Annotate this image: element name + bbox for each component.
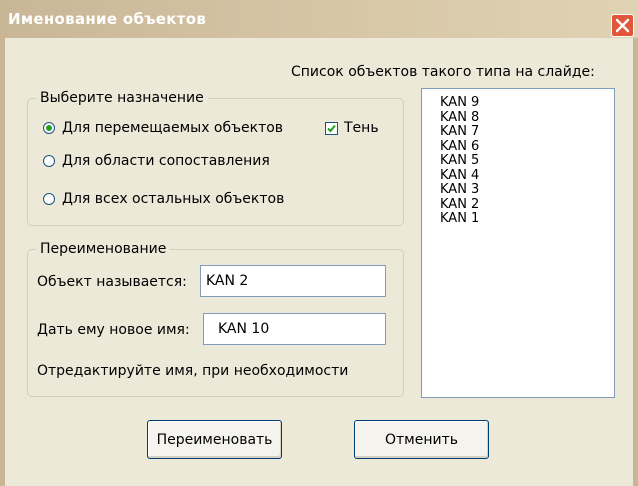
list-item[interactable]: KAN 7 [440,124,614,140]
current-name-label: Объект называется: [37,274,187,290]
window-title: Именование объектов [8,10,207,28]
object-listbox[interactable]: KAN 9 KAN 8 KAN 7 KAN 6 KAN 5 KAN 4 KAN 3 KAN 2… [421,88,615,398]
window-frame-right [633,38,638,486]
object-list-caption: Список объектов такого типа на слайде: [291,64,595,80]
title-bar[interactable]: Именование объектов [0,0,638,38]
cancel-button[interactable]: Отменить [354,420,489,459]
rename-button[interactable]: Переименовать [147,420,282,459]
new-name-input[interactable]: KAN 10 [203,313,386,345]
radio-matching-area[interactable]: Для области сопоставления [43,153,270,169]
naming-dialog: Именование объектов Список объектов тако… [0,0,638,486]
shadow-checkbox[interactable]: Тень [325,120,379,136]
radio-button[interactable] [43,193,55,205]
object-list-items: KAN 9 KAN 8 KAN 7 KAN 6 KAN 5 KAN 4 KAN 3 KAN 2… [440,95,614,227]
new-name-label: Дать ему новое имя: [37,322,190,338]
close-button[interactable] [611,14,634,37]
radio-movable-objects[interactable]: Для перемещаемых объектов [43,120,283,136]
close-x-icon [615,18,630,33]
radio-other-objects[interactable]: Для всех остальных объектов [43,191,284,207]
list-item[interactable]: KAN 9 [440,95,614,111]
checkbox-checked[interactable] [325,121,338,135]
rename-legend: Переименование [40,241,167,257]
list-item[interactable]: KAN 1 [440,211,614,227]
radio-matching-label: Для области сопоставления [62,153,270,169]
purpose-legend: Выберите назначение [40,90,204,106]
radio-movable-label: Для перемещаемых объектов [62,120,284,136]
list-item[interactable]: KAN 4 [440,168,614,184]
list-item[interactable]: KAN 5 [440,153,614,169]
list-item[interactable]: KAN 8 [440,110,614,126]
radio-button[interactable] [43,155,55,167]
radio-other-label: Для всех остальных объектов [62,191,285,207]
shadow-label: Тень [344,120,379,136]
rename-hint: Отредактируйте имя, при необходимости [37,363,349,379]
checkmark-icon [327,124,336,132]
window-frame-left [0,38,5,486]
list-item[interactable]: KAN 2 [440,197,614,213]
list-item[interactable]: KAN 6 [440,139,614,155]
current-name-field[interactable]: KAN 2 [200,265,386,297]
radio-button-selected[interactable] [43,122,55,134]
list-item[interactable]: KAN 3 [440,182,614,198]
